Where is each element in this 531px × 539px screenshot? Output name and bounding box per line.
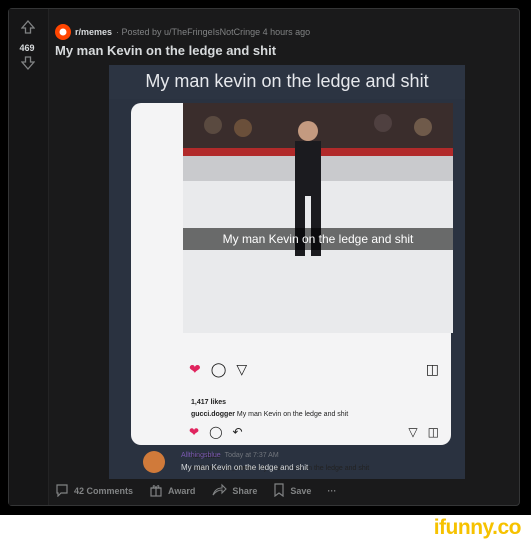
save-button[interactable]: Save [273,483,311,499]
comments-label: 42 Comments [74,486,134,496]
ig-action-row-2-right: ▽ ◫ [408,425,439,439]
comment-icon: ◯ [209,425,223,439]
post-actions: 42 Comments Award Share Save ··· [55,483,336,499]
award-button[interactable]: Award [149,483,195,499]
subreddit-link[interactable]: r/memes [75,27,112,37]
downvote-icon[interactable] [18,53,38,73]
award-label: Award [168,486,196,496]
post-meta: r/memes · Posted by u/TheFringeIsNotCrin… [55,23,310,41]
bookmark-icon: ◫ [425,361,439,377]
send-icon: ▽ [236,361,248,377]
ig-caption: gucci.dogger My man Kevin on the ledge a… [191,411,348,418]
heart-icon: ❤ [189,425,200,439]
snap-caption: My man Kevin on the ledge and shit [183,228,453,250]
share-icon [211,483,228,499]
send-icon: ▽ [408,425,418,439]
share-button[interactable]: Share [211,483,257,499]
chat-text: My man Kevin on the ledge and shit [181,463,309,472]
score: 469 [19,43,35,53]
chat-message: Allthingsblue Today at 7:37 AM My man Ke… [139,447,459,477]
chat-time: Today at 7:37 AM [224,452,279,459]
ig-caption-text: My man Kevin on the ledge and shit [236,411,349,418]
chat-username: Allthingsblue Today at 7:37 AM [181,452,279,459]
chat-avatar [143,451,165,473]
ledge-scene [183,103,453,333]
more-options-button[interactable]: ··· [327,486,336,496]
award-icon [149,483,163,499]
comment-icon [55,483,69,499]
ig-user: gucci.dogger [191,411,235,418]
screenshot-phone: My man Kevin on the ledge and shit ❤ ◯ ▽… [131,103,453,472]
meme-top-caption: My man kevin on the ledge and shit [145,71,429,91]
comment-icon: ◯ [210,361,227,377]
share-label: Share [232,486,258,496]
ig-action-row-2: ❤ ◯ ↶ [189,425,243,439]
ifunny-watermark: ifunny.co [433,516,522,539]
post-image[interactable]: My man kevin on the ledge and shit My ma… [109,65,465,479]
post-card: 469 r/memes · Posted by u/TheFringeIsNot… [8,8,520,506]
ig-action-row: ❤ ◯ ▽ [189,361,247,378]
post-title[interactable]: My man Kevin on the ledge and shit [55,43,276,58]
bookmark-icon [273,483,285,499]
ig-likes: 1,417 likes [191,399,227,406]
comments-button[interactable]: 42 Comments [55,483,133,499]
save-label: Save [290,486,312,496]
posted-by: · Posted by u/TheFringeIsNotCringe 4 hou… [116,27,311,37]
bookmark-icon: ◫ [427,425,439,439]
upvote-icon[interactable] [18,17,38,37]
snap-photo: My man Kevin on the ledge and shit [183,103,453,333]
vote-column: 469 [9,9,49,505]
reply-icon: ↶ [232,425,243,439]
heart-icon: ❤ [189,361,201,377]
subreddit-icon[interactable] [55,24,71,40]
